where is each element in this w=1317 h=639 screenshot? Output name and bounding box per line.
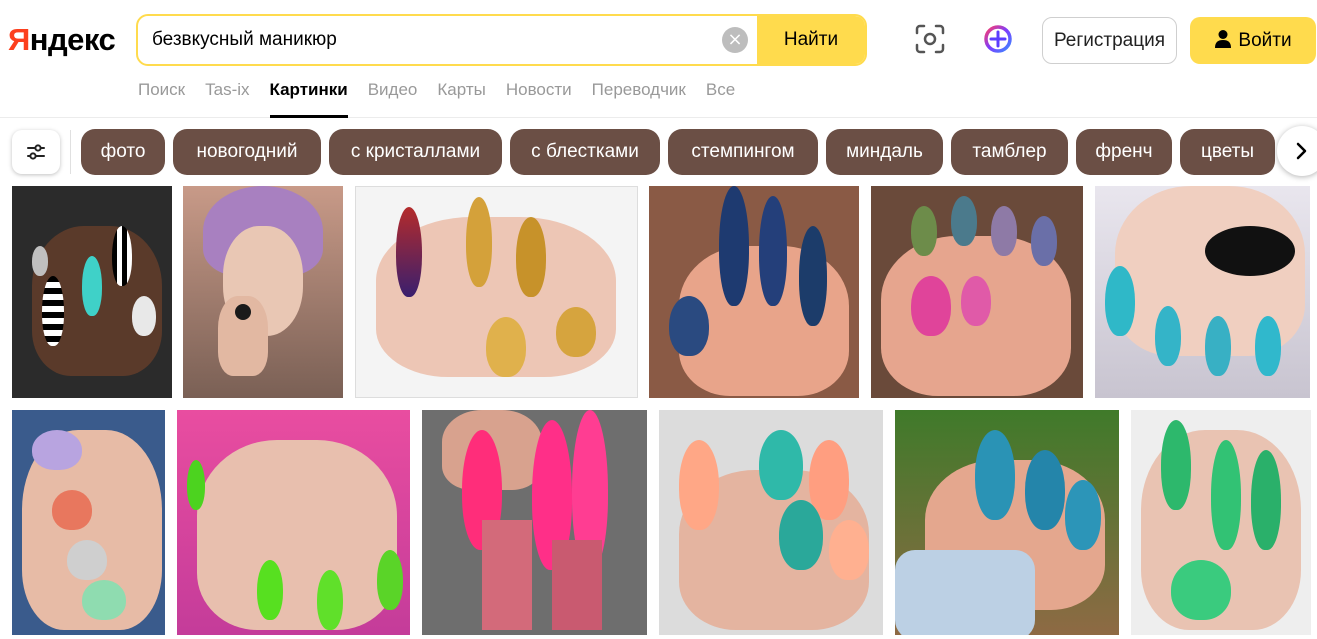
register-button[interactable]: Регистрация: [1042, 17, 1177, 64]
login-label: Войти: [1238, 30, 1292, 51]
clear-icon[interactable]: ×: [722, 27, 748, 53]
tab-search[interactable]: Поиск: [138, 78, 185, 118]
chip-crystals[interactable]: с кристаллами: [329, 129, 502, 175]
tab-news[interactable]: Новости: [506, 78, 572, 118]
chip-new-year[interactable]: новогодний: [173, 129, 321, 175]
tab-all[interactable]: Все: [706, 78, 735, 118]
chip-tumbler[interactable]: тамблер: [951, 129, 1068, 175]
user-icon: [1214, 20, 1232, 67]
chip-almond[interactable]: миндаль: [826, 129, 943, 175]
chip-french[interactable]: френч: [1076, 129, 1172, 175]
image-thumbnail[interactable]: [12, 410, 165, 635]
chip-photo[interactable]: фото: [81, 129, 165, 175]
chevron-right-icon[interactable]: [1277, 126, 1317, 176]
image-thumbnail[interactable]: [895, 410, 1119, 635]
tab-maps[interactable]: Карты: [437, 78, 485, 118]
tab-translator[interactable]: Переводчик: [592, 78, 686, 118]
search-tabs: Поиск Tas-ix Картинки Видео Карты Новост…: [138, 78, 735, 118]
divider: [70, 130, 71, 174]
search-input[interactable]: [152, 16, 712, 64]
search-button[interactable]: Найти: [757, 16, 865, 64]
image-thumbnail[interactable]: [355, 186, 638, 398]
image-thumbnail[interactable]: [649, 186, 859, 398]
image-thumbnail[interactable]: [422, 410, 647, 635]
yandex-logo[interactable]: Яндекс: [8, 22, 116, 58]
tab-video[interactable]: Видео: [368, 78, 418, 118]
image-thumbnail[interactable]: [659, 410, 883, 635]
search-box: × Найти: [136, 14, 867, 66]
image-thumbnail[interactable]: [1131, 410, 1311, 635]
chip-stamping[interactable]: стемпингом: [668, 129, 818, 175]
chip-glitter[interactable]: с блестками: [510, 129, 660, 175]
image-thumbnail[interactable]: [177, 410, 410, 635]
image-thumbnail[interactable]: [183, 186, 343, 398]
login-button[interactable]: Войти: [1190, 17, 1316, 64]
sliders-icon: [27, 144, 45, 160]
tab-tasix[interactable]: Tas-ix: [205, 78, 249, 118]
tab-images[interactable]: Картинки: [269, 78, 348, 118]
query-suggestions: фото новогодний с кристаллами с блесткам…: [0, 126, 1317, 176]
header: Яндекс × Найти Регистрация: [0, 0, 1317, 118]
alice-icon[interactable]: [980, 21, 1016, 57]
logo-first-letter: Я: [8, 22, 30, 57]
chip-flowers[interactable]: цветы: [1180, 129, 1275, 175]
image-thumbnail[interactable]: [12, 186, 172, 398]
logo-rest: ндекс: [29, 22, 116, 57]
filters-button[interactable]: [12, 130, 60, 174]
image-thumbnail[interactable]: [1095, 186, 1310, 398]
image-search-icon[interactable]: [912, 21, 948, 57]
image-thumbnail[interactable]: [871, 186, 1083, 398]
